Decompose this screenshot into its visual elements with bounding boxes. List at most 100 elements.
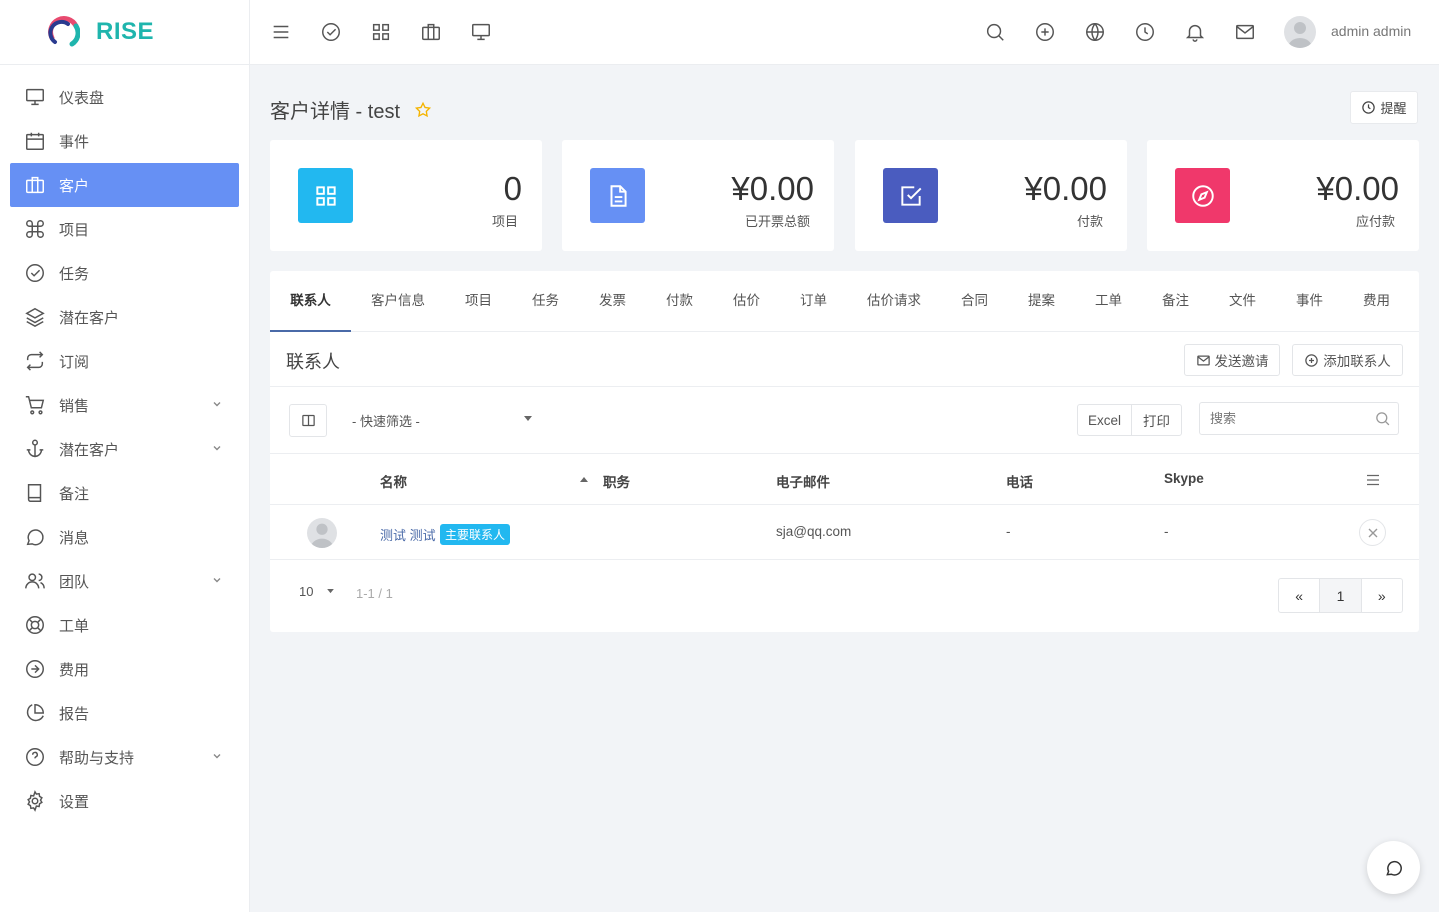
delete-button[interactable] [1359, 519, 1386, 546]
avatar[interactable] [1284, 16, 1316, 48]
search-icon[interactable] [984, 21, 1006, 43]
add-contact-button[interactable]: 添加联系人 [1292, 344, 1403, 376]
check-circle-icon[interactable] [320, 21, 342, 43]
tab-contracts[interactable]: 合同 [961, 271, 988, 332]
brand[interactable]: RISE [0, 0, 249, 65]
stat-card-projects[interactable]: 0 项目 [270, 140, 542, 251]
next-page-button[interactable]: » [1362, 579, 1402, 612]
sidebar-item-clients[interactable]: 客户 [10, 163, 239, 207]
page-size-select[interactable]: 10 [299, 584, 313, 599]
sidebar-item-team[interactable]: 团队 [10, 559, 239, 603]
tab-expenses[interactable]: 费用 [1363, 271, 1390, 332]
tab-notes[interactable]: 备注 [1162, 271, 1189, 332]
stat-card-due[interactable]: ¥0.00 应付款 [1147, 140, 1419, 251]
file-text-icon [590, 168, 645, 223]
sort-asc-icon[interactable] [580, 476, 588, 482]
book-icon [27, 484, 42, 502]
stat-label: 项目 [491, 214, 518, 229]
chat-button[interactable] [1367, 841, 1420, 894]
monitor-icon[interactable] [470, 21, 492, 43]
sidebar-item-subscriptions[interactable]: 订阅 [10, 339, 239, 383]
stat-value: ¥0.00 [1024, 170, 1107, 207]
clock-icon[interactable] [1134, 21, 1156, 43]
users-icon [25, 573, 45, 589]
prev-page-button[interactable]: « [1279, 579, 1319, 612]
star-icon[interactable] [414, 101, 432, 119]
sidebar-item-events[interactable]: 事件 [10, 119, 239, 163]
tab-events[interactable]: 事件 [1296, 271, 1323, 332]
column-header-job[interactable]: 职务 [603, 471, 630, 491]
briefcase-icon [26, 176, 44, 194]
calendar-icon [26, 132, 44, 150]
tab-invoices[interactable]: 发票 [599, 271, 626, 332]
contact-name-link[interactable]: 测试 测试 [380, 525, 436, 544]
sidebar-item-expenses[interactable]: 费用 [10, 647, 239, 691]
globe-icon[interactable] [1084, 21, 1106, 43]
stat-value: 0 [503, 170, 522, 207]
gear-icon [27, 790, 43, 812]
sidebar-item-tasks[interactable]: 任务 [10, 251, 239, 295]
page-title-text: 客户详情 - test [270, 101, 401, 123]
bell-icon[interactable] [1184, 21, 1206, 43]
tab-contacts[interactable]: 联系人 [270, 271, 351, 332]
caret-down-icon [327, 589, 334, 594]
tab-projects[interactable]: 项目 [465, 271, 492, 332]
stat-card-invoiced[interactable]: ¥0.00 已开票总额 [562, 140, 834, 251]
tab-tasks[interactable]: 任务 [532, 271, 559, 332]
excel-button[interactable]: Excel [1078, 405, 1132, 435]
column-header-skype[interactable]: Skype [1164, 471, 1204, 486]
check-square-icon [883, 168, 938, 223]
pagination: « 1 » [1278, 578, 1403, 613]
tab-estimate-requests[interactable]: 估价请求 [867, 271, 921, 332]
mail-icon[interactable] [1234, 21, 1256, 43]
brand-name: RISE [96, 18, 155, 45]
quick-filter-select[interactable]: - 快速筛选 - [352, 411, 420, 430]
user-name[interactable]: admin admin [1331, 23, 1411, 39]
briefcase-icon[interactable] [420, 21, 442, 43]
tab-client-info[interactable]: 客户信息 [371, 271, 425, 332]
sidebar-item-leads[interactable]: 潜在客户 [10, 295, 239, 339]
columns-button[interactable] [289, 404, 327, 437]
layers-icon [25, 307, 45, 328]
sidebar-item-messages[interactable]: 消息 [10, 515, 239, 559]
chevron-down-icon [213, 578, 221, 583]
menu-icon[interactable] [270, 21, 292, 43]
tab-estimates[interactable]: 估价 [733, 271, 760, 332]
search-input[interactable] [1199, 402, 1399, 435]
stat-label: 已开票总额 [744, 214, 810, 229]
grid-icon[interactable] [370, 21, 392, 43]
plus-circle-icon[interactable] [1034, 21, 1056, 43]
stat-value: ¥0.00 [731, 170, 814, 207]
sidebar-item-sales[interactable]: 销售 [10, 383, 239, 427]
sidebar-item-label: 工单 [59, 617, 90, 635]
sidebar-item-tickets[interactable]: 工单 [10, 603, 239, 647]
sidebar-item-settings[interactable]: 设置 [10, 779, 239, 823]
caret-down-icon [524, 416, 532, 421]
section-title: 联系人 [286, 352, 340, 372]
sidebar-item-help[interactable]: 帮助与支持 [10, 735, 239, 779]
table-header: 名称 职务 电子邮件 电话 Skype [270, 454, 1419, 505]
tab-payments[interactable]: 付款 [666, 271, 693, 332]
tab-orders[interactable]: 订单 [800, 271, 827, 332]
column-header-name[interactable]: 名称 [380, 471, 407, 491]
sidebar-item-notes[interactable]: 备注 [10, 471, 239, 515]
stat-value: ¥0.00 [1316, 170, 1399, 207]
print-button[interactable]: 打印 [1132, 405, 1181, 435]
menu-icon[interactable] [1364, 471, 1382, 489]
stat-card-payments[interactable]: ¥0.00 付款 [855, 140, 1127, 251]
anchor-icon [26, 439, 44, 458]
sidebar-item-projects[interactable]: 项目 [10, 207, 239, 251]
page-number-button[interactable]: 1 [1319, 579, 1362, 612]
send-invite-button[interactable]: 发送邀请 [1184, 344, 1280, 376]
column-header-phone[interactable]: 电话 [1006, 471, 1033, 491]
tab-proposals[interactable]: 提案 [1028, 271, 1055, 332]
sidebar-item-prospects[interactable]: 潜在客户 [10, 427, 239, 471]
remind-button[interactable]: 提醒 [1350, 91, 1418, 124]
sidebar-item-label: 项目 [59, 221, 90, 239]
column-header-email[interactable]: 电子邮件 [776, 471, 830, 491]
sidebar-item-reports[interactable]: 报告 [10, 691, 239, 735]
tab-files[interactable]: 文件 [1229, 271, 1256, 332]
tab-tickets[interactable]: 工单 [1095, 271, 1122, 332]
page-title: 客户详情 - test [270, 95, 432, 124]
sidebar-item-dashboard[interactable]: 仪表盘 [10, 75, 239, 119]
